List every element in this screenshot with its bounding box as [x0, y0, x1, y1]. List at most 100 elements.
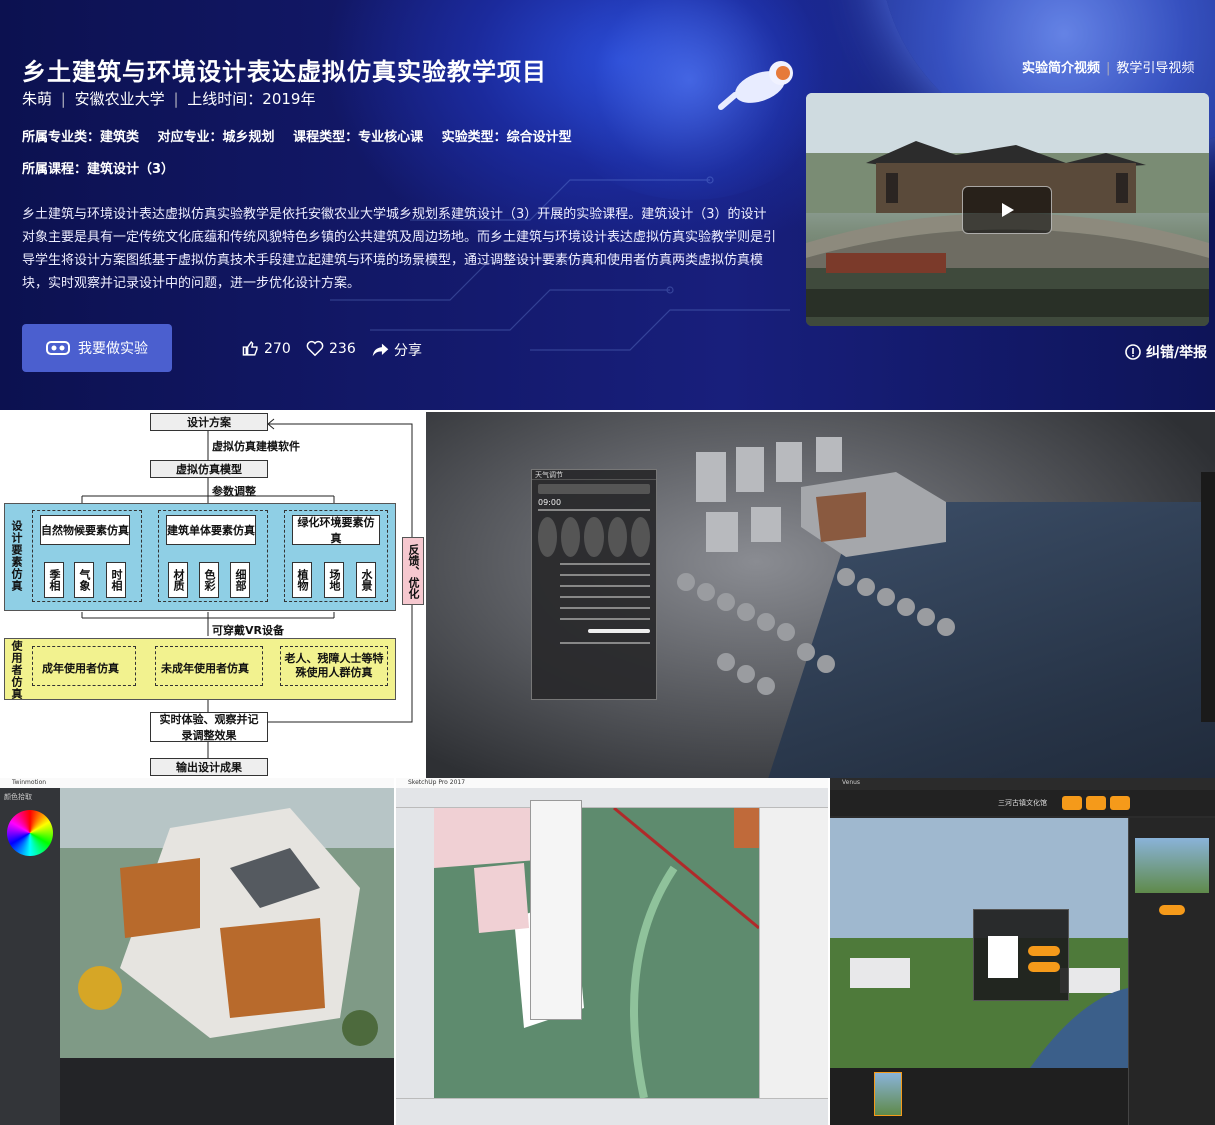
venus-project-name: 三河古镇文化馆	[998, 799, 1047, 807]
share-icon	[372, 343, 389, 357]
tab-guide-video[interactable]: 教学引导视频	[1116, 61, 1194, 76]
flow-waterscape: 水景	[356, 562, 376, 598]
launch-date: 上线时间：2019年	[187, 90, 316, 108]
play-icon	[1002, 203, 1014, 217]
project-banner: 乡土建筑与环境设计表达虚拟仿真实验教学项目 朱萌 | 安徽农业大学 | 上线时间…	[0, 0, 1215, 410]
flow-plant: 植物	[292, 562, 312, 598]
flow-sim-model: 虚拟仿真模型	[150, 460, 268, 478]
school: 安徽农业大学	[74, 90, 165, 108]
flow-user-sim: 使用者仿真	[10, 640, 23, 700]
flow-adult-user: 成年使用者仿真	[42, 662, 119, 675]
qr-code	[988, 936, 1018, 978]
flow-realtime: 实时体验、观察并记录调整效果	[150, 712, 268, 742]
course: 所属课程：建筑设计（3）	[22, 162, 175, 177]
twinmotion-left-panel[interactable]: 颜色拾取	[0, 788, 60, 1125]
change-cover-button[interactable]	[1159, 905, 1185, 915]
thumbs-up-icon	[242, 341, 258, 356]
sketchup-titlebar: SketchUp Pro 2017	[396, 778, 828, 788]
report-label: 纠错/举报	[1146, 345, 1208, 361]
snow-scene-viewport[interactable]: 天气调节 09:00	[426, 412, 1215, 778]
venus-window[interactable]: Venus 三河古镇文化馆	[830, 778, 1215, 1125]
weather-icons[interactable]	[538, 517, 650, 557]
flow-building-single: 建筑单体要素仿真	[166, 515, 256, 545]
sketchup-statusbar	[396, 1098, 828, 1125]
flow-design-element-sim: 设计要素仿真	[10, 520, 23, 592]
flow-output: 输出设计成果	[150, 758, 268, 776]
flow-modeling-software: 虚拟仿真建模软件	[212, 440, 300, 453]
twinmotion-viewport[interactable]	[60, 788, 394, 1058]
publish-dialog[interactable]	[973, 909, 1069, 1001]
flow-detail: 细部	[230, 562, 250, 598]
like-count: 270	[264, 340, 291, 357]
start-experiment-label: 我要做实验	[78, 341, 148, 357]
project-attributes: 所属专业类：建筑类 对应专业：城乡规划 课程类型：专业核心课 实验类型：综合设计…	[22, 126, 586, 145]
favorite-button[interactable]: 236	[306, 340, 356, 357]
time-slider[interactable]	[538, 509, 650, 511]
scene-thumbnail[interactable]	[874, 1072, 902, 1116]
start-experiment-button[interactable]: 我要做实验	[22, 324, 172, 372]
flow-season: 季相	[44, 562, 64, 598]
share-button[interactable]: 分享	[372, 340, 422, 360]
flow-special-user: 老人、残障人士等特殊使用人群仿真	[284, 652, 384, 679]
sketchup-tray[interactable]	[759, 808, 828, 1098]
author: 朱萌	[22, 90, 53, 108]
flow-param-adjust: 参数调整	[212, 485, 256, 498]
astronaut-illustration	[718, 61, 793, 110]
weather-tabs[interactable]	[538, 484, 650, 494]
share-label: 分享	[394, 343, 422, 359]
major: 对应专业：城乡规划	[157, 130, 275, 145]
design-flowchart: 设计方案 虚拟仿真建模软件 虚拟仿真模型 参数调整 设计要素仿真 自然物候要素仿…	[0, 412, 426, 778]
flow-natural-climate: 自然物候要素仿真	[40, 515, 130, 545]
experiment-type: 实验类型：综合设计型	[441, 130, 572, 145]
sketchup-window[interactable]: SketchUp Pro 2017	[396, 778, 828, 1125]
play-button[interactable]	[962, 186, 1052, 234]
flow-feedback: 反馈、优化	[402, 537, 424, 605]
venus-button-2[interactable]	[1086, 796, 1106, 810]
sketchup-left-toolbar[interactable]	[396, 808, 434, 1098]
twinmotion-window[interactable]: Twinmotion 颜色拾取	[0, 778, 394, 1125]
venus-header: 三河古镇文化馆	[830, 790, 1215, 816]
twinmotion-titlebar: Twinmotion	[0, 778, 394, 788]
venus-button-1[interactable]	[1062, 796, 1082, 810]
flow-weather: 气象	[74, 562, 94, 598]
tab-intro-video[interactable]: 实验简介视频	[1022, 61, 1100, 76]
venus-filmstrip[interactable]	[830, 1068, 1128, 1125]
major-category: 所属专业类：建筑类	[22, 130, 140, 145]
open-link-button[interactable]	[1028, 962, 1060, 972]
weather-sliders[interactable]	[538, 563, 650, 644]
weather-panel[interactable]: 天气调节 09:00	[531, 469, 657, 700]
flow-material: 材质	[168, 562, 188, 598]
flow-minor-user: 未成年使用者仿真	[161, 662, 249, 675]
vr-headset-icon	[46, 341, 70, 355]
color-picker-label: 颜色拾取	[4, 793, 32, 801]
flow-site: 场地	[324, 562, 344, 598]
time-display: 09:00	[538, 498, 562, 507]
flow-vr-device: 可穿戴VR设备	[212, 624, 284, 637]
course-type: 课程类型：专业核心课	[293, 130, 424, 145]
weather-panel-title: 天气调节	[532, 470, 656, 480]
project-description: 乡土建筑与环境设计表达虚拟仿真实验教学是依托安徽农业大学城乡规划系建筑设计（3）…	[22, 207, 777, 291]
project-title: 乡土建筑与环境设计表达虚拟仿真实验教学项目	[22, 58, 547, 86]
like-button[interactable]: 270	[242, 340, 291, 357]
color-wheel[interactable]	[7, 810, 53, 856]
material-library[interactable]	[60, 1058, 394, 1125]
venus-button-3[interactable]	[1110, 796, 1130, 810]
venus-settings-panel[interactable]	[1128, 818, 1215, 1125]
cover-image	[1135, 838, 1209, 893]
video-tabs: 实验简介视频 | 教学引导视频	[1022, 61, 1195, 76]
viewport-toolbar[interactable]	[1201, 472, 1215, 722]
sketchup-viewport[interactable]	[434, 808, 759, 1098]
info-circle-icon	[1125, 344, 1141, 360]
project-meta: 朱萌 | 安徽农业大学 | 上线时间：2019年	[22, 90, 316, 108]
flow-time-phase: 时相	[106, 562, 126, 598]
flow-color: 色彩	[199, 562, 219, 598]
sketchup-toolbar[interactable]	[396, 788, 828, 808]
report-button[interactable]: 纠错/举报	[1125, 342, 1207, 362]
flow-greening-env: 绿化环境要素仿真	[292, 515, 380, 545]
favorite-count: 236	[329, 340, 356, 357]
venus-titlebar: Venus	[830, 778, 1215, 790]
heart-icon	[306, 340, 324, 357]
context-menu[interactable]	[530, 800, 582, 1020]
copy-link-button[interactable]	[1028, 946, 1060, 956]
flow-design-plan: 设计方案	[150, 413, 268, 431]
